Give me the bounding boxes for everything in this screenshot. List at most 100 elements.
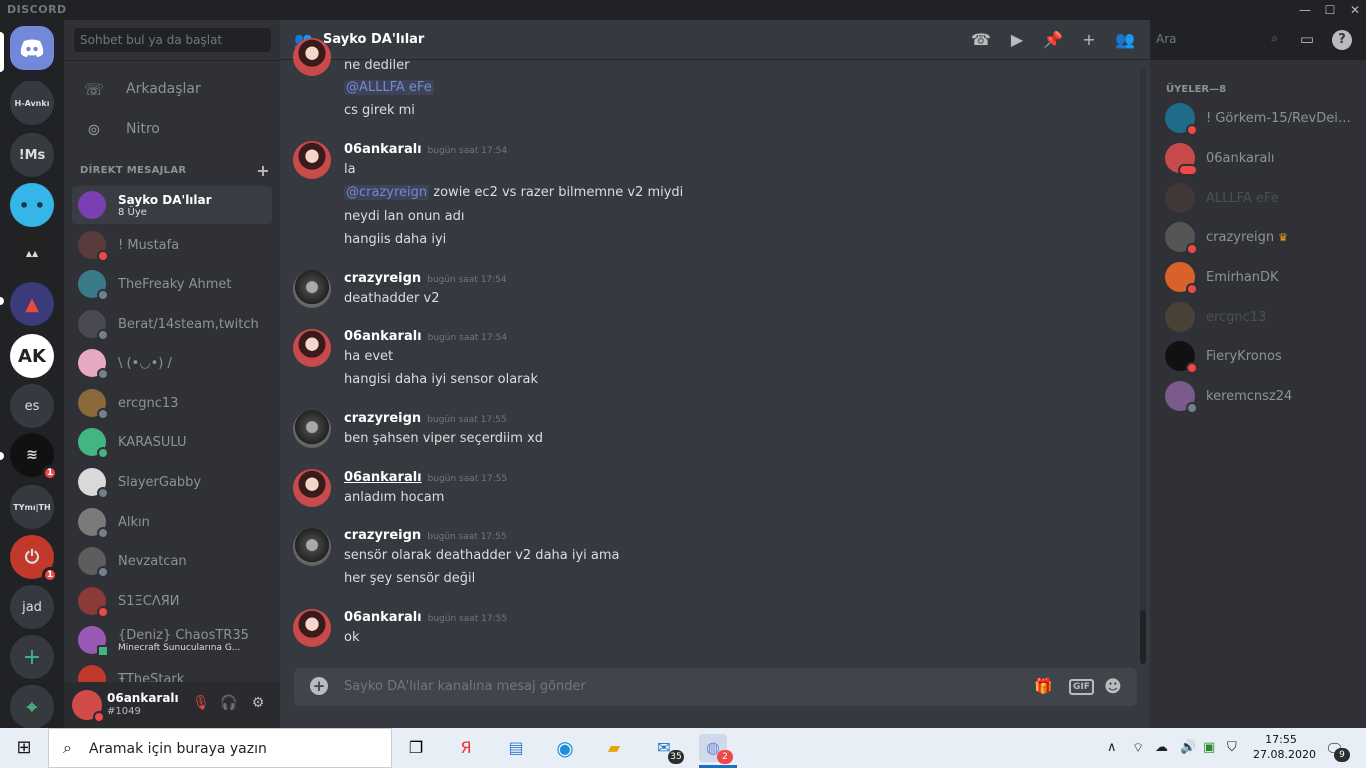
- member-item[interactable]: ! Görkem-15/RevDeis...: [1158, 98, 1358, 138]
- message-avatar[interactable]: [293, 609, 331, 647]
- explore-servers-button[interactable]: ⌖: [10, 685, 54, 728]
- member-item[interactable]: ALLLFA eFe: [1158, 178, 1358, 218]
- user-avatar[interactable]: [72, 690, 105, 723]
- message-avatar[interactable]: [293, 141, 331, 179]
- status-dnd-icon: [1186, 243, 1198, 255]
- minimize-button[interactable]: —: [1291, 0, 1319, 20]
- message-avatar[interactable]: [293, 469, 331, 507]
- dm-item[interactable]: Berat/14steam,twitch: [72, 305, 272, 343]
- taskbar-search-text: Aramak için buraya yazın: [89, 741, 267, 757]
- chat-area: 👥 Sayko DA'lılar ☎ ▶ 📌 + 👥 ne dediler @A…: [280, 20, 1150, 728]
- message-author[interactable]: 06ankaralı: [344, 470, 422, 485]
- member-item[interactable]: crazyreign ♛: [1158, 217, 1358, 257]
- message-author[interactable]: 06ankaralı: [344, 142, 422, 157]
- member-item[interactable]: 06ankaralı: [1158, 138, 1358, 178]
- server-power[interactable]: ⏻ 1: [10, 535, 58, 583]
- add-server-button[interactable]: +: [10, 635, 54, 679]
- message-avatar[interactable]: [293, 528, 331, 566]
- create-dm-button[interactable]: +: [256, 161, 270, 180]
- server-jad[interactable]: jad: [10, 585, 54, 629]
- message-input[interactable]: Sayko DA'lılar kanalına mesaj gönder: [344, 679, 586, 694]
- add-friends-to-dm-icon[interactable]: +: [1078, 30, 1100, 52]
- nav-nitro[interactable]: ⊚ Nitro: [72, 109, 272, 149]
- server-creator[interactable]: ▲▲: [10, 231, 54, 275]
- scrollbar-track[interactable]: [1140, 68, 1146, 664]
- status-offline-icon: [97, 329, 109, 341]
- home-button[interactable]: [10, 26, 54, 70]
- gift-icon[interactable]: 🎁: [1034, 677, 1053, 697]
- member-item[interactable]: EmirhanDK: [1158, 257, 1358, 297]
- scrollbar-thumb[interactable]: [1140, 610, 1146, 664]
- mention[interactable]: @crazyreign: [344, 185, 430, 200]
- yandex-icon[interactable]: Я: [452, 734, 480, 762]
- message-avatar[interactable]: [293, 270, 331, 308]
- member-item[interactable]: ercgnc13: [1158, 297, 1358, 337]
- message-avatar[interactable]: [293, 410, 331, 448]
- pinned-messages-icon[interactable]: 📌: [1042, 30, 1064, 52]
- dm-item[interactable]: ! Mustafa: [72, 226, 272, 264]
- show-hidden-icons-icon[interactable]: ∧: [1107, 740, 1117, 755]
- headphones-icon[interactable]: 🎧: [219, 695, 239, 715]
- dm-item[interactable]: Sayko DA'lılar 8 Üye: [72, 186, 272, 224]
- dm-item[interactable]: \ (•◡•) /: [72, 344, 272, 382]
- mention[interactable]: @ALLLFA eFe: [344, 80, 434, 95]
- volume-icon[interactable]: 🔊: [1180, 740, 1196, 755]
- server-ms[interactable]: !Ms: [10, 133, 54, 177]
- shield-icon[interactable]: ⛉: [1227, 740, 1237, 755]
- message-author[interactable]: 06ankaralı: [344, 610, 422, 625]
- onedrive-icon[interactable]: ☁: [1155, 740, 1168, 755]
- member-list-icon[interactable]: 👥: [1114, 30, 1136, 52]
- network-icon[interactable]: ⌔: [1132, 740, 1144, 756]
- find-conversation-input[interactable]: Sohbet bul ya da başlat: [74, 28, 271, 52]
- message-author[interactable]: 06ankaralı: [344, 329, 422, 344]
- mail-icon[interactable]: ✉ 35: [650, 734, 684, 764]
- message-author[interactable]: crazyreign: [344, 528, 421, 543]
- server-ak[interactable]: AK: [10, 334, 54, 378]
- windows-start-icon[interactable]: ⊞: [0, 728, 48, 768]
- search-input[interactable]: Ara ⌕: [1150, 29, 1284, 51]
- notifications-icon[interactable]: 🗨 9: [1325, 740, 1351, 762]
- dm-item[interactable]: TheFreaky Ahmet: [72, 265, 272, 303]
- emoji-icon[interactable]: ☻: [1104, 677, 1122, 697]
- message-avatar[interactable]: [293, 329, 331, 367]
- nav-friends[interactable]: ☏ Arkadaşlar: [72, 69, 272, 109]
- upload-plus-icon[interactable]: +: [310, 677, 328, 695]
- dm-item[interactable]: Nevzatcan: [72, 542, 272, 580]
- system-clock[interactable]: 17:55 27.08.2020: [1253, 732, 1316, 762]
- server-rocket[interactable]: ▲: [10, 282, 54, 326]
- dm-item[interactable]: Alkın: [72, 503, 272, 541]
- server-h-avnki[interactable]: H-Avnkı: [10, 81, 54, 125]
- server-face[interactable]: • •: [10, 183, 54, 227]
- friends-icon: ☏: [83, 79, 104, 99]
- help-icon[interactable]: ?: [1332, 30, 1352, 50]
- taskbar-search[interactable]: ⌕ Aramak için buraya yazın: [48, 728, 392, 768]
- start-video-call-icon[interactable]: ▶: [1006, 30, 1028, 52]
- message-author[interactable]: crazyreign: [344, 271, 421, 286]
- status-online-icon: [97, 447, 109, 459]
- dm-item[interactable]: KARASULU: [72, 423, 272, 461]
- member-name: crazyreign: [1206, 229, 1275, 245]
- server-tymi[interactable]: TYmı|TH: [10, 485, 54, 529]
- start-voice-call-icon[interactable]: ☎: [970, 30, 992, 52]
- member-item[interactable]: FieryKronos: [1158, 336, 1358, 376]
- message-author[interactable]: crazyreign: [344, 411, 421, 426]
- server-es[interactable]: es: [10, 384, 54, 428]
- maximize-button[interactable]: ☐: [1316, 0, 1344, 20]
- server-stripes[interactable]: ≋ 1: [10, 433, 58, 481]
- dm-item[interactable]: SlayerGabby: [72, 463, 272, 501]
- mute-mic-icon[interactable]: 🎙: [191, 695, 211, 715]
- file-explorer-icon[interactable]: ▰: [600, 734, 628, 762]
- member-item[interactable]: keremcnsz24: [1158, 376, 1358, 416]
- computer-icon[interactable]: ▤: [502, 734, 530, 762]
- inbox-icon[interactable]: ▭: [1296, 30, 1318, 52]
- close-button[interactable]: ✕: [1341, 0, 1366, 20]
- dm-item[interactable]: ercgnc13: [72, 384, 272, 422]
- task-view-icon[interactable]: ❐: [402, 734, 430, 762]
- edge-browser-icon[interactable]: ◉: [551, 734, 579, 762]
- gif-button[interactable]: GIF: [1069, 679, 1094, 695]
- settings-gear-icon[interactable]: ⚙: [248, 695, 268, 715]
- dm-item[interactable]: S1ΞCΛЯИ: [72, 582, 272, 620]
- dm-item[interactable]: {Deniz} ChaosTR35 Minecraft Sunucularına…: [72, 621, 272, 659]
- discord-taskbar-icon[interactable]: ◍ 2: [699, 734, 733, 764]
- security-icon[interactable]: ▣: [1203, 740, 1215, 755]
